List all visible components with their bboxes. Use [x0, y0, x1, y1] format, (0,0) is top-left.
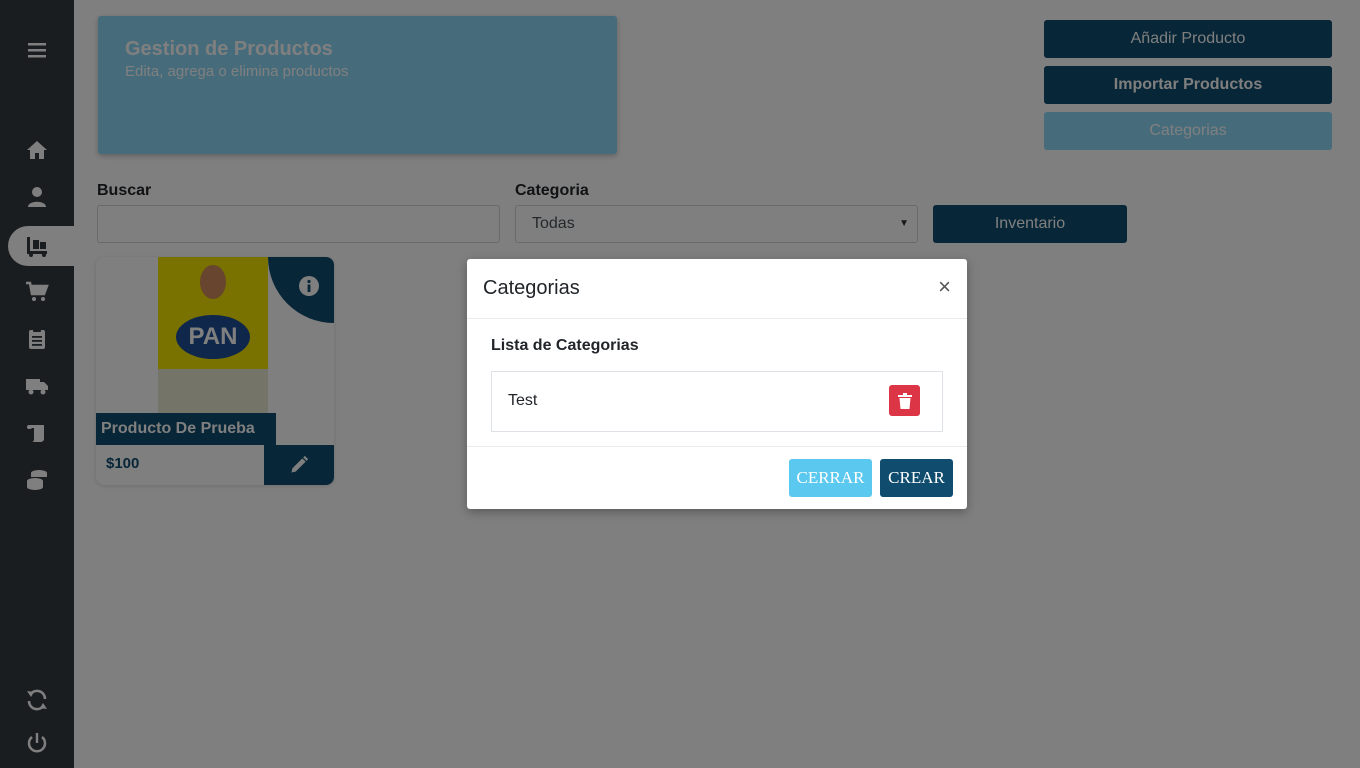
modal-header: Categorias ×	[467, 259, 967, 319]
category-list-item: Test	[491, 371, 943, 432]
delete-category-button[interactable]	[889, 385, 920, 416]
close-button[interactable]: CERRAR	[789, 459, 872, 497]
category-name: Test	[508, 392, 538, 409]
close-icon[interactable]: ×	[938, 275, 951, 299]
category-list-title: Lista de Categorias	[491, 337, 639, 354]
modal-footer: CERRAR CREAR	[789, 459, 953, 497]
categories-modal: Categorias × Lista de Categorias Test CE…	[467, 259, 967, 509]
modal-title: Categorias	[483, 277, 580, 299]
trash-icon	[897, 392, 912, 409]
modal-body: Lista de Categorias Test	[467, 319, 967, 447]
create-button[interactable]: CREAR	[880, 459, 953, 497]
